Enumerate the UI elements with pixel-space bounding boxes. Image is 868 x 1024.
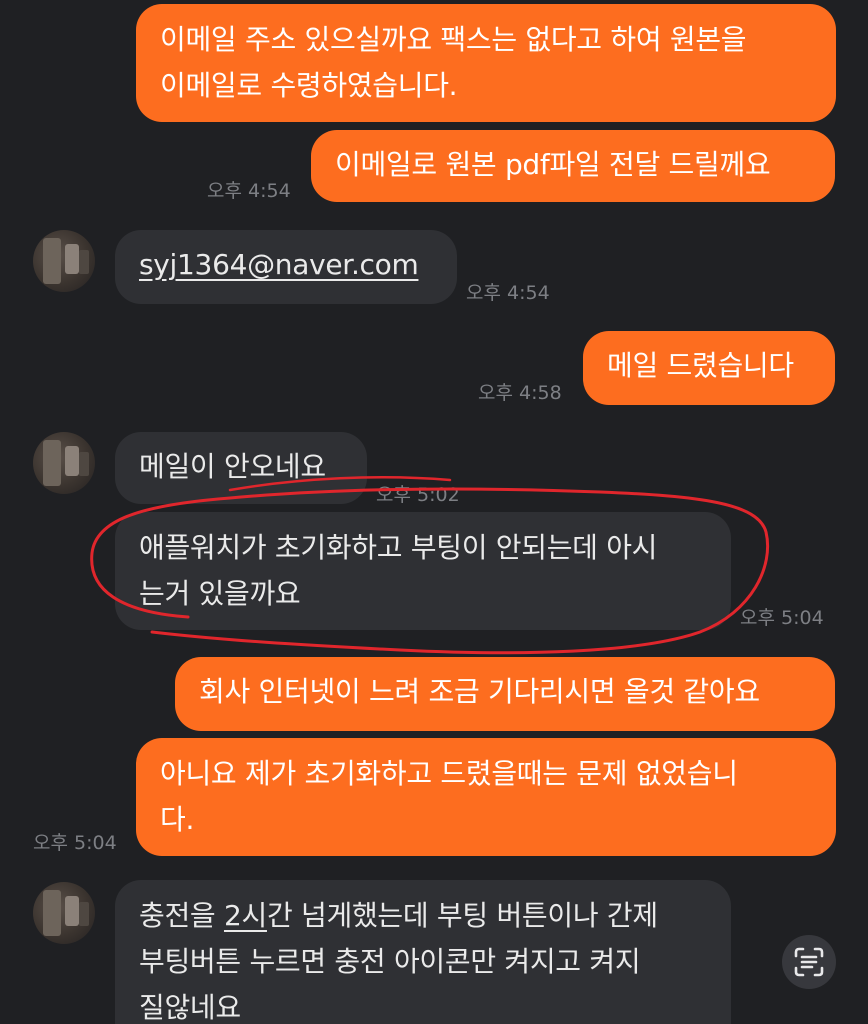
outgoing-message-bubble[interactable]: 회사 인터넷이 느려 조금 기다리시면 올것 같아요 xyxy=(175,657,835,731)
message-text: 회사 인터넷이 느려 조금 기다리시면 올것 같아요 xyxy=(199,675,760,708)
contact-avatar[interactable] xyxy=(33,432,95,494)
message-line: 부팅버튼 누르면 충전 아이콘만 켜지고 켜지 xyxy=(139,945,641,978)
message-timestamp: 오후 4:54 xyxy=(207,180,291,202)
contact-avatar[interactable] xyxy=(33,882,95,944)
message-timestamp: 오후 5:04 xyxy=(33,832,117,854)
message-text: 메일이 안오네요 xyxy=(139,450,326,483)
message-timestamp: 오후 5:04 xyxy=(740,607,824,629)
message-line: 이메일로 수령하였습니다. xyxy=(160,69,458,102)
message-timestamp: 오후 4:58 xyxy=(478,382,562,404)
text-scan-button[interactable] xyxy=(782,935,836,989)
message-timestamp: 오후 4:54 xyxy=(466,282,550,304)
outgoing-message-bubble[interactable]: 아니요 제가 초기화하고 드렸을때는 문제 없었습니 다. xyxy=(136,738,836,856)
message-line: 는거 있을까요 xyxy=(139,577,301,610)
incoming-message-bubble[interactable]: 애플워치가 초기화하고 부팅이 안되는데 아시 는거 있을까요 xyxy=(115,512,731,630)
text-scan-icon xyxy=(794,947,824,977)
incoming-message-bubble[interactable]: syj1364@naver.com xyxy=(115,230,457,304)
message-line: 다. xyxy=(160,803,195,836)
message-line: 질않네요 xyxy=(139,991,241,1024)
message-line: 아니요 제가 초기화하고 드렸을때는 문제 없었습니 xyxy=(160,757,738,790)
email-link[interactable]: syj1364@naver.com xyxy=(139,242,433,288)
incoming-message-bubble[interactable]: 메일이 안오네요 xyxy=(115,432,367,504)
outgoing-message-bubble[interactable]: 이메일 주소 있으실까요 팩스는 없다고 하여 원본을 이메일로 수령하였습니다… xyxy=(136,4,836,122)
outgoing-message-bubble[interactable]: 이메일로 원본 pdf파일 전달 드릴께요 xyxy=(311,130,835,202)
contact-avatar[interactable] xyxy=(33,230,95,292)
incoming-message-bubble[interactable]: 충전을 2시간 넘게했는데 부팅 버튼이나 간제 부팅버튼 누르면 충전 아이콘… xyxy=(115,880,731,1024)
outgoing-message-bubble[interactable]: 메일 드렸습니다 xyxy=(583,331,835,405)
chat-screen: 이메일 주소 있으실까요 팩스는 없다고 하여 원본을 이메일로 수령하였습니다… xyxy=(0,0,868,1024)
message-line: 충전을 2시간 넘게했는데 부팅 버튼이나 간제 xyxy=(139,899,658,932)
message-timestamp: 오후 5:02 xyxy=(376,484,460,506)
message-text: 메일 드렸습니다 xyxy=(607,349,794,382)
message-line: 이메일 주소 있으실까요 팩스는 없다고 하여 원본을 xyxy=(160,23,747,56)
message-text: 이메일로 원본 pdf파일 전달 드릴께요 xyxy=(335,148,771,181)
message-line: 애플워치가 초기화하고 부팅이 안되는데 아시 xyxy=(139,531,658,564)
